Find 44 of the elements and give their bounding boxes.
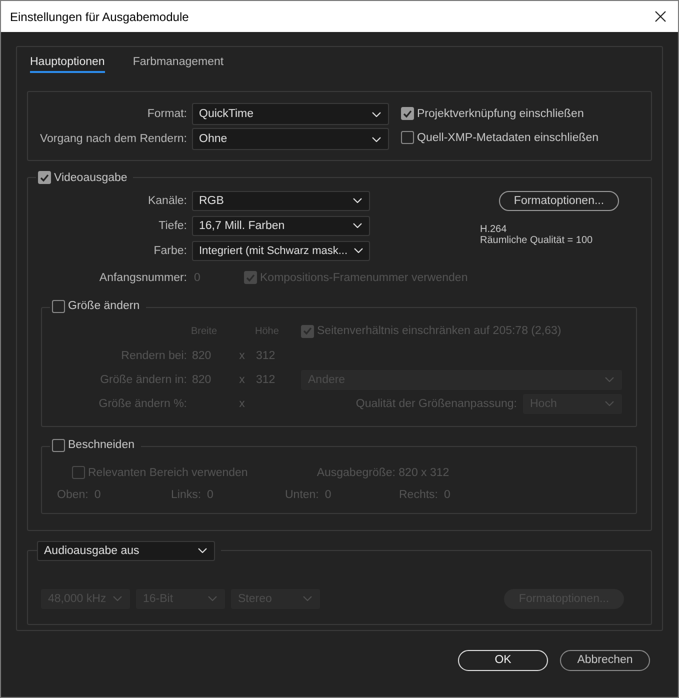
caret-icon: [354, 248, 363, 253]
field-label: Tiefe:: [158, 220, 187, 232]
checkbox[interactable]: [52, 438, 65, 452]
checkbox[interactable]: [401, 131, 414, 144]
codec-text: H.264: [480, 224, 508, 234]
color-dropdown[interactable]: Integriert (mit Schwarz mask...: [192, 240, 370, 260]
caret-icon: [353, 198, 362, 203]
caret-icon: [372, 136, 381, 142]
caret-icon: [605, 377, 614, 382]
field-label: Anfangsnummer:: [98, 272, 187, 284]
caret-icon: [372, 112, 381, 116]
checkbox-label: Größe ändern: [68, 300, 140, 312]
checkbox[interactable]: [38, 171, 51, 184]
tab[interactable]: Hauptoptionen: [30, 55, 105, 73]
caret-icon: [198, 548, 207, 553]
field-label: Farbe:: [152, 244, 187, 256]
window-title: Einstellungen für Ausgabemodule: [10, 10, 189, 24]
checkbox[interactable]: [52, 300, 65, 312]
caret-icon: [353, 223, 362, 228]
ok-button[interactable]: OK: [458, 650, 548, 670]
checkbox-label: Quell-XMP-Metadaten einschließen: [417, 132, 599, 144]
checkbox-label: Beschneiden: [68, 439, 134, 451]
caret-icon: [113, 596, 122, 601]
cancel-button[interactable]: Abbrechen: [560, 650, 650, 670]
depth-dropdown[interactable]: 16,7 Mill. Farben: [192, 216, 370, 236]
caret-icon: [605, 401, 614, 406]
post-render-dropdown[interactable]: Ohne: [192, 128, 389, 150]
checkbox[interactable]: [301, 324, 314, 338]
checkbox[interactable]: [401, 107, 414, 120]
audio-output-dropdown[interactable]: Audioausgabe aus: [37, 540, 215, 560]
checkbox-label: Videoausgabe: [54, 172, 128, 184]
checkbox[interactable]: [72, 466, 85, 479]
checkbox-label: Projektverknüpfung einschließen: [417, 108, 584, 120]
caret-icon: [208, 596, 217, 601]
tab[interactable]: Farbmanagement: [132, 55, 224, 73]
close-icon[interactable]: [655, 11, 666, 22]
caret-icon: [303, 596, 312, 601]
quality-text: Räumliche Qualität = 100: [480, 234, 594, 246]
field-label: Vorgang nach dem Rendern:: [38, 133, 187, 145]
format-dropdown[interactable]: QuickTime: [192, 103, 389, 125]
field-label: Format:: [146, 108, 187, 120]
field-label: Kanäle:: [146, 194, 187, 206]
channels-dropdown[interactable]: RGB: [192, 190, 370, 210]
format-options-button[interactable]: Formatoptionen...: [499, 190, 619, 210]
